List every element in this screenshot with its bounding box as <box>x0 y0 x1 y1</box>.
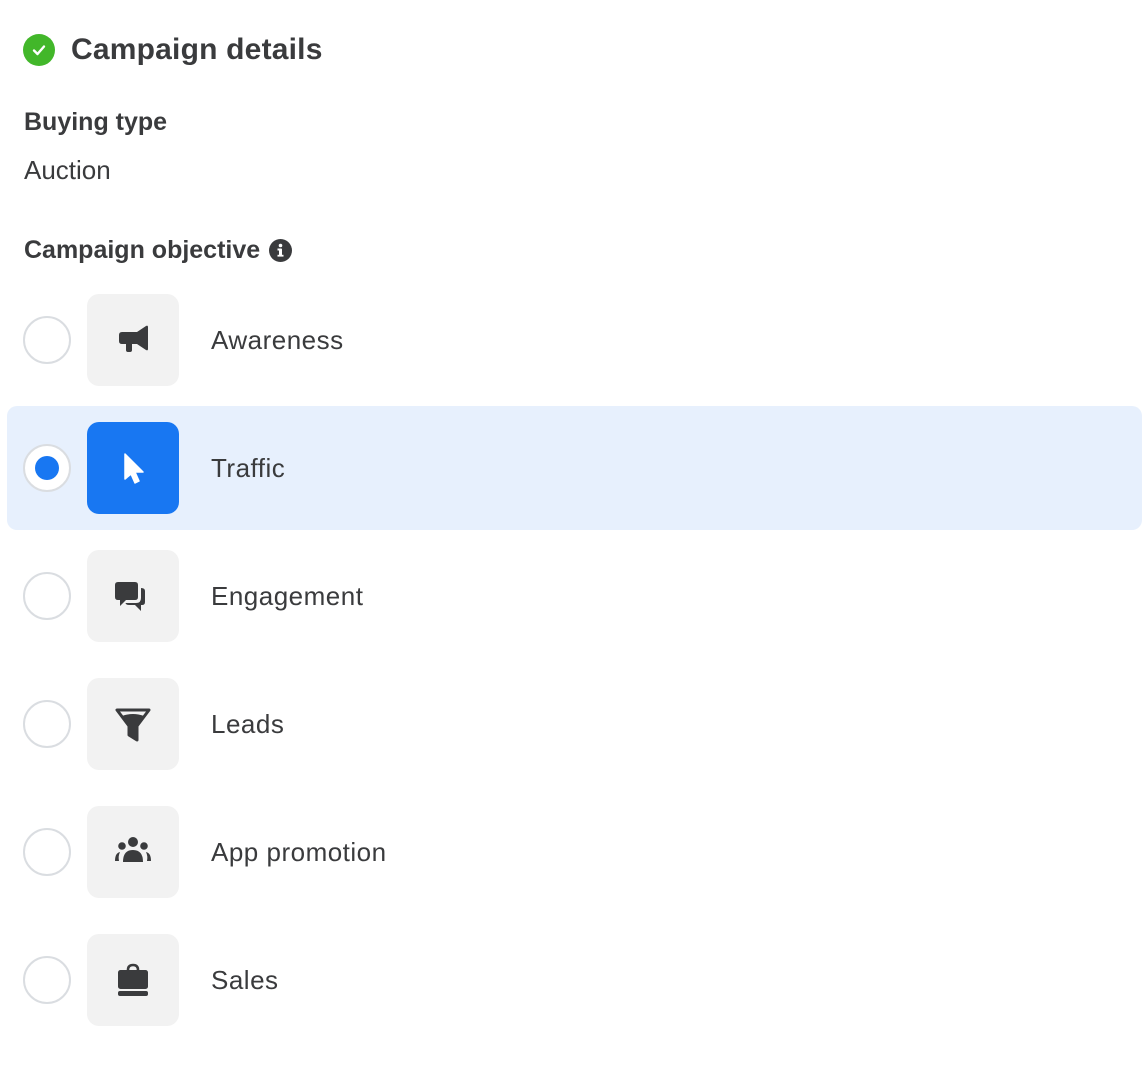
icon-tile <box>87 422 179 514</box>
section-title: Campaign details <box>71 33 323 66</box>
check-circle-icon <box>23 34 55 66</box>
option-label: Leads <box>211 708 285 739</box>
shopping-bag-icon <box>118 963 148 996</box>
icon-tile <box>87 934 179 1026</box>
icon-tile <box>87 678 179 770</box>
objective-option-engagement[interactable]: Engagement <box>7 534 1142 658</box>
campaign-objective-label: Campaign objective <box>24 236 261 264</box>
cursor-icon <box>124 453 144 484</box>
info-icon[interactable] <box>269 239 293 262</box>
objective-radio-group: Awareness Traffic Engagement Leads App p… <box>7 278 1142 1046</box>
radio-button[interactable] <box>23 956 71 1004</box>
option-label: Sales <box>211 964 279 995</box>
radio-button[interactable] <box>23 316 71 364</box>
objective-option-awareness[interactable]: Awareness <box>7 278 1142 402</box>
objective-option-sales[interactable]: Sales <box>7 918 1142 1042</box>
option-label: Traffic <box>211 452 286 483</box>
radio-button[interactable] <box>23 700 71 748</box>
option-label: App promotion <box>211 836 387 867</box>
option-label: Awareness <box>211 324 344 355</box>
people-icon <box>115 837 151 862</box>
radio-button[interactable] <box>23 828 71 876</box>
icon-tile <box>87 550 179 642</box>
objective-option-app-promotion[interactable]: App promotion <box>7 790 1142 914</box>
option-label: Engagement <box>211 580 364 611</box>
megaphone-icon <box>119 325 148 352</box>
campaign-objective-heading: Campaign objective <box>24 236 293 265</box>
radio-button[interactable] <box>23 572 71 620</box>
section-header: Campaign details <box>23 33 323 67</box>
radio-button-selected[interactable] <box>23 444 71 492</box>
chat-bubbles-icon <box>115 582 145 611</box>
icon-tile <box>87 806 179 898</box>
funnel-icon <box>115 708 151 742</box>
objective-option-leads[interactable]: Leads <box>7 662 1142 786</box>
buying-type-value: Auction <box>24 155 111 185</box>
icon-tile <box>87 294 179 386</box>
buying-type-label: Buying type <box>24 108 168 136</box>
objective-option-traffic[interactable]: Traffic <box>7 406 1142 530</box>
